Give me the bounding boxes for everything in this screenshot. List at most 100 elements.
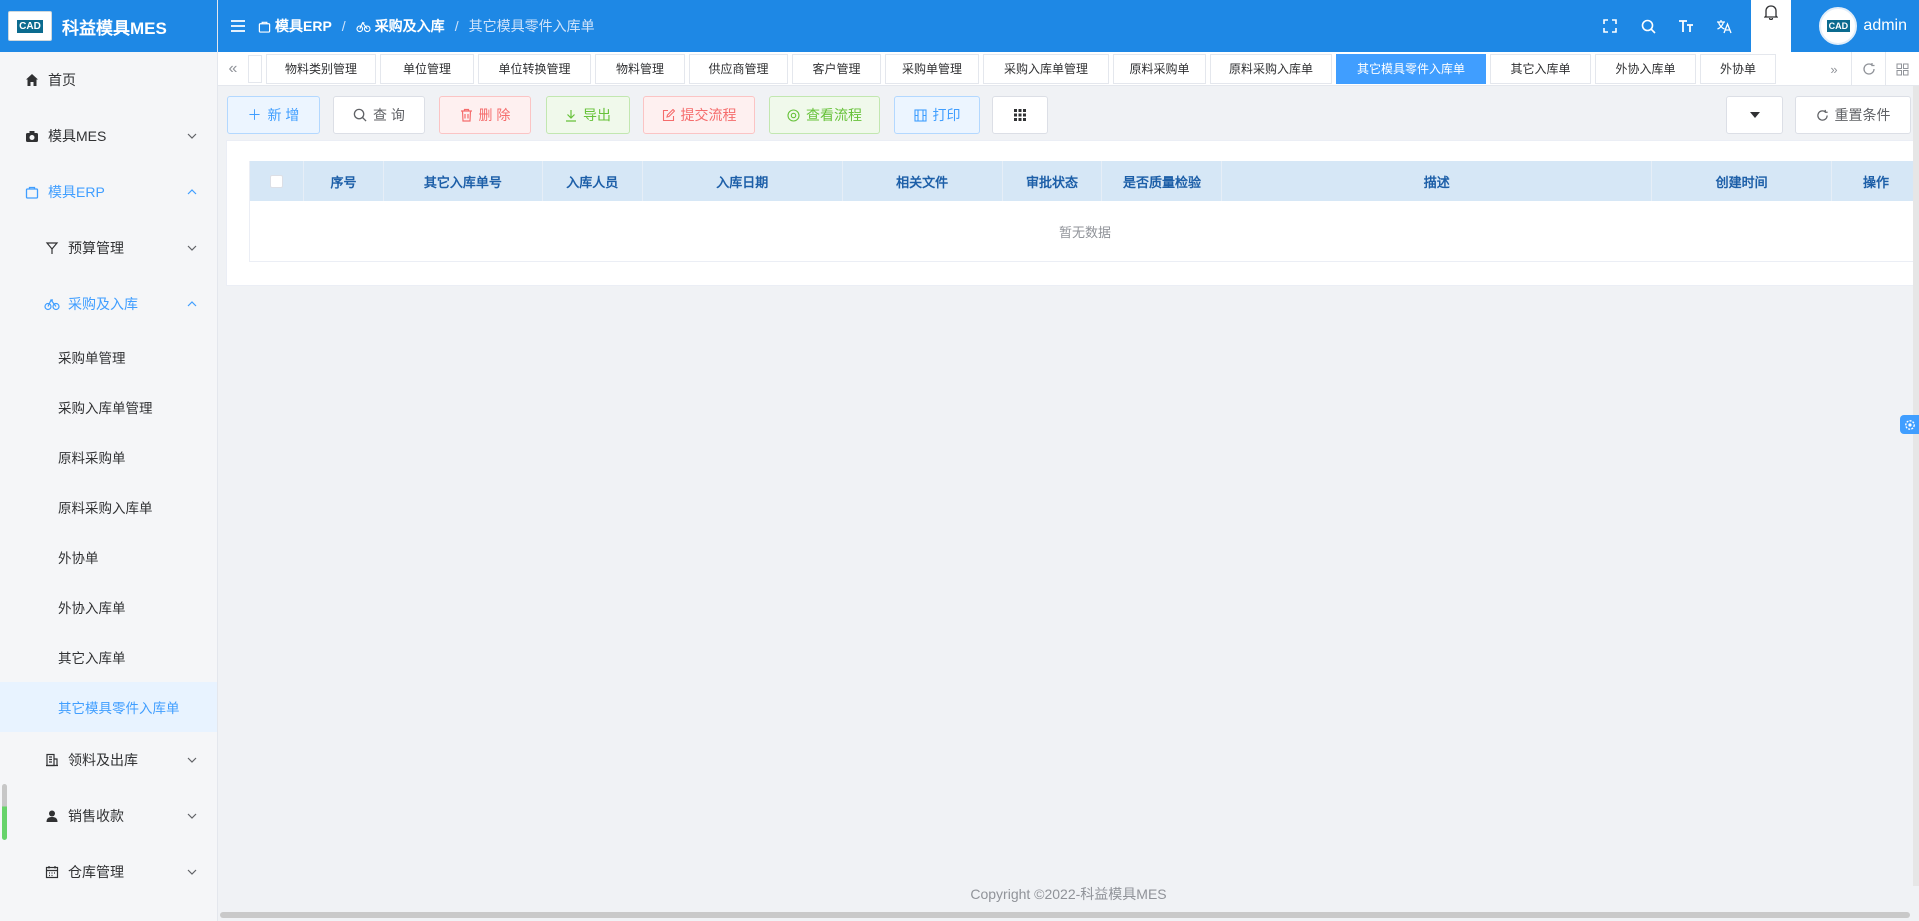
- tabs-tail: »: [1817, 52, 1919, 86]
- tab-other-mold-parts-inbound[interactable]: 其它模具零件入库单: [1336, 53, 1486, 84]
- col-header-order-no[interactable]: 其它入库单号: [384, 161, 543, 201]
- view-flow-button[interactable]: 查看流程: [769, 96, 880, 134]
- chevron-down-icon: [187, 757, 197, 763]
- col-header-files[interactable]: 相关文件: [843, 161, 1003, 201]
- hamburger-icon[interactable]: [218, 20, 258, 32]
- tab-material-category[interactable]: 物料类别管理: [266, 53, 376, 84]
- add-button[interactable]: ＋新 增: [227, 96, 320, 134]
- tab-raw-purchase-inbound[interactable]: 原料采购入库单: [1210, 53, 1332, 84]
- delete-button[interactable]: 删 除: [439, 96, 531, 134]
- tab-outsource[interactable]: 外协单: [1700, 53, 1776, 84]
- tabs-menu-icon[interactable]: [1885, 52, 1919, 86]
- breadcrumb-item-current: 其它模具零件入库单: [468, 18, 595, 34]
- tab-unit[interactable]: 单位管理: [380, 53, 474, 84]
- toolbar: ＋新 增 查 询 删 除 导出 提交流程 查看流程 打印 重置条件: [226, 94, 1919, 136]
- search-icon: [353, 108, 367, 122]
- tab-material[interactable]: 物料管理: [595, 53, 685, 84]
- at-icon: [787, 108, 800, 122]
- building-icon: [44, 752, 60, 768]
- sidebar-item-mes[interactable]: 模具MES: [0, 108, 217, 164]
- sidebar-leaf-purchase-order[interactable]: 采购单管理: [0, 332, 217, 382]
- home-icon: [24, 72, 40, 88]
- budget-icon: [44, 240, 60, 256]
- table-card: 序号 其它入库单号 入库人员 入库日期 相关文件 审批状态 是否质量检验 描述 …: [226, 140, 1919, 286]
- select-all-checkbox[interactable]: [269, 174, 283, 188]
- col-header-index[interactable]: 序号: [304, 161, 384, 201]
- breadcrumb: 模具ERP / 采购及入库 / 其它模具零件入库单: [258, 16, 595, 36]
- col-header-actions: 操作: [1863, 174, 1890, 190]
- sidebar-item-material-out[interactable]: 领料及出库: [0, 732, 217, 788]
- sidebar-leaf-other-mold-parts-inbound[interactable]: 其它模具零件入库单: [0, 682, 217, 732]
- sidebar-item-label: 采购及入库: [68, 296, 138, 312]
- breadcrumb-item-purchase[interactable]: 采购及入库: [356, 16, 445, 36]
- app-title: 科益模具MES: [62, 18, 167, 38]
- horizontal-scrollbar[interactable]: [220, 912, 1910, 918]
- top-header: 模具ERP / 采购及入库 / 其它模具零件入库单 CAD admin: [218, 0, 1919, 52]
- tab-other-inbound[interactable]: 其它入库单: [1490, 53, 1591, 84]
- username: admin: [1863, 17, 1907, 34]
- sidebar-item-sales[interactable]: 销售收款: [0, 788, 217, 844]
- col-header-date[interactable]: 入库日期: [643, 161, 843, 201]
- search-icon[interactable]: [1629, 0, 1667, 52]
- sidebar-leaf-outsource-inbound[interactable]: 外协入库单: [0, 582, 217, 632]
- user-menu[interactable]: CAD admin: [1791, 0, 1919, 52]
- fullscreen-icon[interactable]: [1591, 0, 1629, 52]
- sidebar-item-label: 预算管理: [68, 240, 124, 256]
- export-button[interactable]: 导出: [546, 96, 630, 134]
- breadcrumb-separator: /: [454, 18, 459, 34]
- refresh-icon[interactable]: [1851, 52, 1885, 86]
- sidebar-item-label: 仓库管理: [68, 864, 124, 880]
- sidebar-item-label: 销售收款: [68, 808, 124, 824]
- sidebar-leaf-purchase-inbound[interactable]: 采购入库单管理: [0, 382, 217, 432]
- sidebar-leaf-other-inbound[interactable]: 其它入库单: [0, 632, 217, 682]
- sidebar-item-purchase[interactable]: 采购及入库: [0, 276, 217, 332]
- translate-icon[interactable]: [1705, 0, 1743, 52]
- bag-icon: [258, 21, 271, 33]
- tab-raw-purchase[interactable]: 原料采购单: [1113, 53, 1206, 84]
- col-header-operator[interactable]: 入库人员: [543, 161, 643, 201]
- col-header-description[interactable]: 描述: [1222, 161, 1653, 201]
- chevron-down-icon: [187, 869, 197, 875]
- col-header-approval[interactable]: 审批状态: [1003, 161, 1103, 201]
- tabs-scroll-right-icon[interactable]: »: [1817, 52, 1851, 86]
- sidebar-item-budget[interactable]: 预算管理: [0, 220, 217, 276]
- grid-icon: [1014, 109, 1026, 121]
- sidebar: CAD 科益模具MES 首页 模具MES 模具ERP 预算管理 采购及入库 采购…: [0, 0, 218, 921]
- sidebar-leaf-raw-purchase[interactable]: 原料采购单: [0, 432, 217, 482]
- tab-purchase-inbound[interactable]: 采购入库单管理: [983, 53, 1109, 84]
- bag-icon: [24, 184, 40, 200]
- user-icon: [44, 808, 60, 824]
- tab-customer[interactable]: 客户管理: [792, 53, 881, 84]
- data-table: 序号 其它入库单号 入库人员 入库日期 相关文件 审批状态 是否质量检验 描述 …: [249, 161, 1919, 262]
- print-button[interactable]: 打印: [894, 96, 980, 134]
- sidebar-scrollbar[interactable]: [2, 784, 7, 840]
- edit-icon: [662, 108, 675, 121]
- submit-flow-button[interactable]: 提交流程: [643, 96, 755, 134]
- caret-down-icon: [1749, 112, 1760, 118]
- tab-outsource-inbound[interactable]: 外协入库单: [1595, 53, 1696, 84]
- sidebar-item-erp[interactable]: 模具ERP: [0, 164, 217, 220]
- reset-button[interactable]: 重置条件: [1795, 96, 1911, 134]
- tabs-scroll-left-icon[interactable]: «: [218, 52, 248, 86]
- page-scrollbar[interactable]: [1913, 86, 1919, 886]
- settings-icon[interactable]: [1900, 415, 1919, 434]
- notification-bell[interactable]: [1751, 0, 1792, 52]
- col-header-quality-check[interactable]: 是否质量检验: [1102, 161, 1223, 201]
- tab-purchase-order[interactable]: 采购单管理: [885, 53, 979, 84]
- sidebar-item-home[interactable]: 首页: [0, 52, 217, 108]
- sidebar-item-warehouse[interactable]: 仓库管理: [0, 844, 217, 900]
- col-header-created[interactable]: 创建时间: [1652, 161, 1833, 201]
- sidebar-leaf-outsource[interactable]: 外协单: [0, 532, 217, 582]
- sidebar-item-label: 模具ERP: [48, 184, 105, 200]
- column-settings-button[interactable]: [992, 96, 1048, 134]
- tab-supplier[interactable]: 供应商管理: [689, 53, 788, 84]
- search-toggle-button[interactable]: [1726, 96, 1783, 134]
- tab-unit-conversion[interactable]: 单位转换管理: [478, 53, 591, 84]
- sidebar-leaf-raw-purchase-inbound[interactable]: 原料采购入库单: [0, 482, 217, 532]
- chevron-up-icon: [187, 301, 197, 307]
- query-button[interactable]: 查 询: [333, 96, 425, 134]
- breadcrumb-item-erp[interactable]: 模具ERP: [258, 16, 332, 36]
- font-size-icon[interactable]: [1667, 0, 1705, 52]
- brand-logo: CAD: [8, 11, 52, 41]
- chevron-up-icon: [187, 189, 197, 195]
